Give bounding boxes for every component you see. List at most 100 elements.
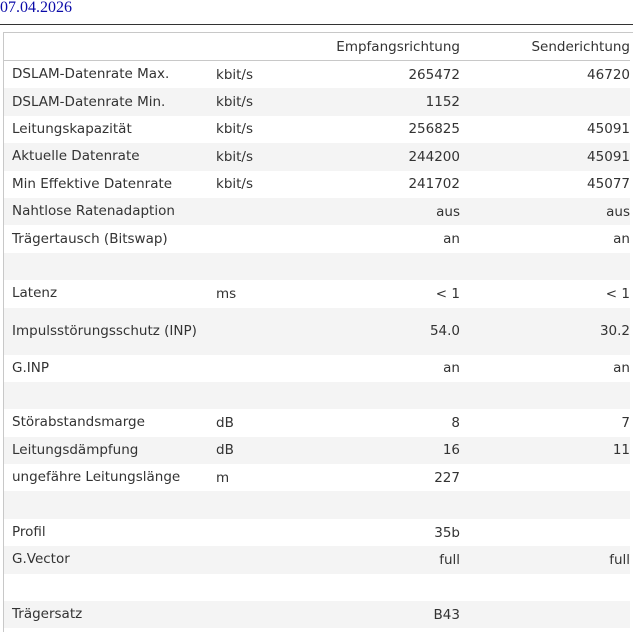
row-unit xyxy=(208,354,288,382)
row-unit xyxy=(208,381,288,410)
row-downstream-value: 241702 xyxy=(288,170,460,198)
row-upstream-value: full xyxy=(460,546,630,574)
row-label xyxy=(4,573,208,602)
row-downstream-value xyxy=(288,252,460,281)
row-unit xyxy=(208,518,288,547)
row-upstream-value xyxy=(460,88,630,116)
row-upstream-value: 11 xyxy=(460,436,630,465)
row-label: Trägersatz xyxy=(4,601,208,629)
table-row xyxy=(4,573,630,602)
row-upstream-value: 30.2 xyxy=(460,307,630,355)
table-row xyxy=(4,381,630,410)
row-downstream-value: 8 xyxy=(288,409,460,437)
row-upstream-value: < 1 xyxy=(460,280,630,308)
row-downstream-value: 1152 xyxy=(288,88,460,116)
row-label: Latenz xyxy=(4,280,208,308)
row-upstream-value: 46720 xyxy=(460,60,630,89)
table-row: Nahtlose Ratenadaption aus aus xyxy=(4,197,630,226)
row-downstream-value: 16 xyxy=(288,436,460,465)
row-unit xyxy=(208,225,288,253)
row-unit xyxy=(208,573,288,602)
row-unit: dB xyxy=(208,409,288,437)
row-downstream-value xyxy=(288,573,460,602)
table-row: ungefähre Leitungslänge m 227 xyxy=(4,464,630,492)
row-unit xyxy=(208,601,288,629)
row-label: ungefähre Leitungslänge xyxy=(4,464,208,492)
row-upstream-value xyxy=(460,518,630,547)
row-downstream-value: 54.0 xyxy=(288,307,460,355)
row-downstream-value: full xyxy=(288,546,460,574)
row-unit: dB xyxy=(208,436,288,465)
row-label: Nahtlose Ratenadaption xyxy=(4,197,208,226)
row-unit xyxy=(208,197,288,226)
row-unit: kbit/s xyxy=(208,88,288,116)
row-upstream-value: 45077 xyxy=(460,170,630,198)
table-row: Leitungskapazität kbit/s 256825 45091 xyxy=(4,115,630,144)
row-downstream-value: an xyxy=(288,225,460,253)
row-unit xyxy=(208,546,288,574)
row-downstream-value: < 1 xyxy=(288,280,460,308)
row-downstream-value: 35b xyxy=(288,518,460,547)
row-upstream-value xyxy=(460,252,630,281)
row-downstream-value xyxy=(288,491,460,519)
table-row: Aktuelle Datenrate kbit/s 244200 45091 xyxy=(4,143,630,171)
row-upstream-value: 7 xyxy=(460,409,630,437)
row-upstream-value xyxy=(460,464,630,492)
table-row: Störabstandsmarge dB 8 7 xyxy=(4,409,630,437)
row-label xyxy=(4,252,208,281)
row-upstream-value xyxy=(460,573,630,602)
row-unit: kbit/s xyxy=(208,60,288,89)
table-row: Trägertausch (Bitswap) an an xyxy=(4,225,630,253)
row-upstream-value: 45091 xyxy=(460,143,630,171)
table-row: Leitungsdämpfung dB 16 11 xyxy=(4,436,630,465)
row-upstream-value xyxy=(460,491,630,519)
row-downstream-value: 244200 xyxy=(288,143,460,171)
row-downstream-value xyxy=(288,381,460,410)
table-row: Impulsstörungsschutz (INP) 54.0 30.2 xyxy=(4,307,630,355)
table-row: DSLAM-Datenrate Min. kbit/s 1152 xyxy=(4,88,630,116)
row-label: Leitungsdämpfung xyxy=(4,436,208,465)
row-upstream-value: aus xyxy=(460,197,630,226)
row-downstream-value: an xyxy=(288,354,460,382)
row-label: Aktuelle Datenrate xyxy=(4,143,208,171)
row-unit: kbit/s xyxy=(208,170,288,198)
header-divider xyxy=(0,24,633,25)
row-unit xyxy=(208,307,288,355)
table-row: Min Effektive Datenrate kbit/s 241702 45077 xyxy=(4,170,630,198)
table-row xyxy=(4,491,630,519)
row-upstream-value: an xyxy=(460,354,630,382)
row-unit: m xyxy=(208,464,288,492)
table-row: Latenz ms < 1 < 1 xyxy=(4,280,630,308)
row-label: Leitungskapazität xyxy=(4,115,208,144)
table-header-row: Empfangsrichtung Senderichtung xyxy=(4,33,630,61)
table-row xyxy=(4,252,630,281)
row-upstream-value: 45091 xyxy=(460,115,630,144)
row-label: Trägertausch (Bitswap) xyxy=(4,225,208,253)
date-header: 07.04.2026 xyxy=(0,0,72,16)
row-label: DSLAM-Datenrate Min. xyxy=(4,88,208,116)
row-label: Profil xyxy=(4,518,208,547)
table-row: G.Vector full full xyxy=(4,546,630,574)
row-unit xyxy=(208,491,288,519)
row-downstream-value: aus xyxy=(288,197,460,226)
dsl-info-panel: Empfangsrichtung Senderichtung DSLAM-Dat… xyxy=(3,32,633,632)
row-downstream-value: B43 xyxy=(288,601,460,629)
row-upstream-value xyxy=(460,381,630,410)
column-header-upstream: Senderichtung xyxy=(460,33,630,61)
row-unit: kbit/s xyxy=(208,143,288,171)
row-unit: kbit/s xyxy=(208,115,288,144)
table-row: DSLAM-Datenrate Max. kbit/s 265472 46720 xyxy=(4,60,630,89)
table-row: G.INP an an xyxy=(4,354,630,382)
column-header-unit xyxy=(208,33,288,61)
row-upstream-value xyxy=(460,601,630,629)
table-row: Trägersatz B43 xyxy=(4,601,630,629)
row-label xyxy=(4,381,208,410)
row-unit: ms xyxy=(208,280,288,308)
row-downstream-value: 256825 xyxy=(288,115,460,144)
dsl-info-table: Empfangsrichtung Senderichtung DSLAM-Dat… xyxy=(4,33,630,629)
row-label: Impulsstörungsschutz (INP) xyxy=(4,307,208,355)
column-header-downstream: Empfangsrichtung xyxy=(288,33,460,61)
row-unit xyxy=(208,252,288,281)
row-label: Störabstandsmarge xyxy=(4,409,208,437)
column-header-label xyxy=(4,33,208,61)
